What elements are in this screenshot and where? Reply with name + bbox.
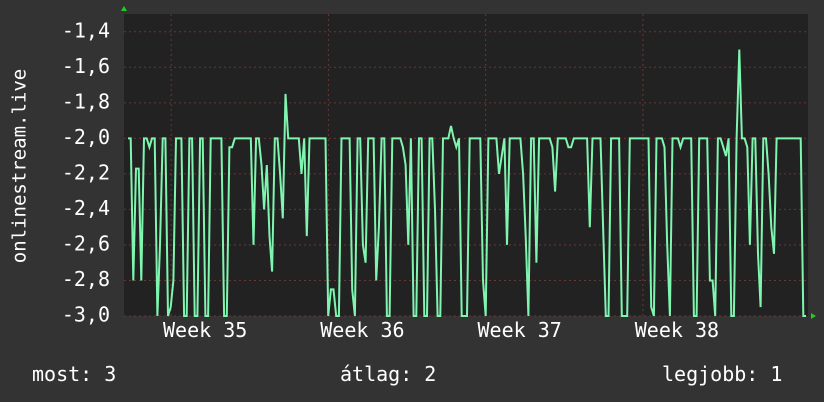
y-axis-label: onlinestream.live xyxy=(9,69,31,263)
best-value: legjobb: 1 xyxy=(662,362,783,386)
y-tick-label: -2,8 xyxy=(62,267,110,291)
y-tick-label: -2,0 xyxy=(62,125,110,149)
y-tick-label: -2,4 xyxy=(62,196,110,220)
x-axis-arrow-icon xyxy=(811,313,816,319)
current-value: most: 3 xyxy=(32,362,117,386)
x-tick-label: Week 35 xyxy=(163,318,247,342)
y-axis-ticks: -1,4 -1,6 -1,8 -2,0 -2,2 -2,4 -2,6 -2,8 -3,0 xyxy=(62,18,110,326)
y-axis-arrow-icon xyxy=(121,6,127,11)
x-tick-label: Week 37 xyxy=(478,318,562,342)
y-tick-label: -2,2 xyxy=(62,160,110,184)
x-axis-ticks: Week 35 Week 36 Week 37 Week 38 xyxy=(163,318,719,342)
chart: -1,4 -1,6 -1,8 -2,0 -2,2 -2,4 -2,6 -2,8 -3,0 Wee… xyxy=(9,6,816,342)
y-tick-label: -1,6 xyxy=(62,54,110,78)
y-tick-label: -1,8 xyxy=(62,89,110,113)
x-tick-label: Week 38 xyxy=(635,318,719,342)
y-tick-label: -2,6 xyxy=(62,231,110,255)
average-value: átlag: 2 xyxy=(340,362,437,386)
y-tick-label: -3,0 xyxy=(62,303,110,327)
y-tick-label: -1,4 xyxy=(62,18,110,42)
x-tick-label: Week 36 xyxy=(320,318,404,342)
